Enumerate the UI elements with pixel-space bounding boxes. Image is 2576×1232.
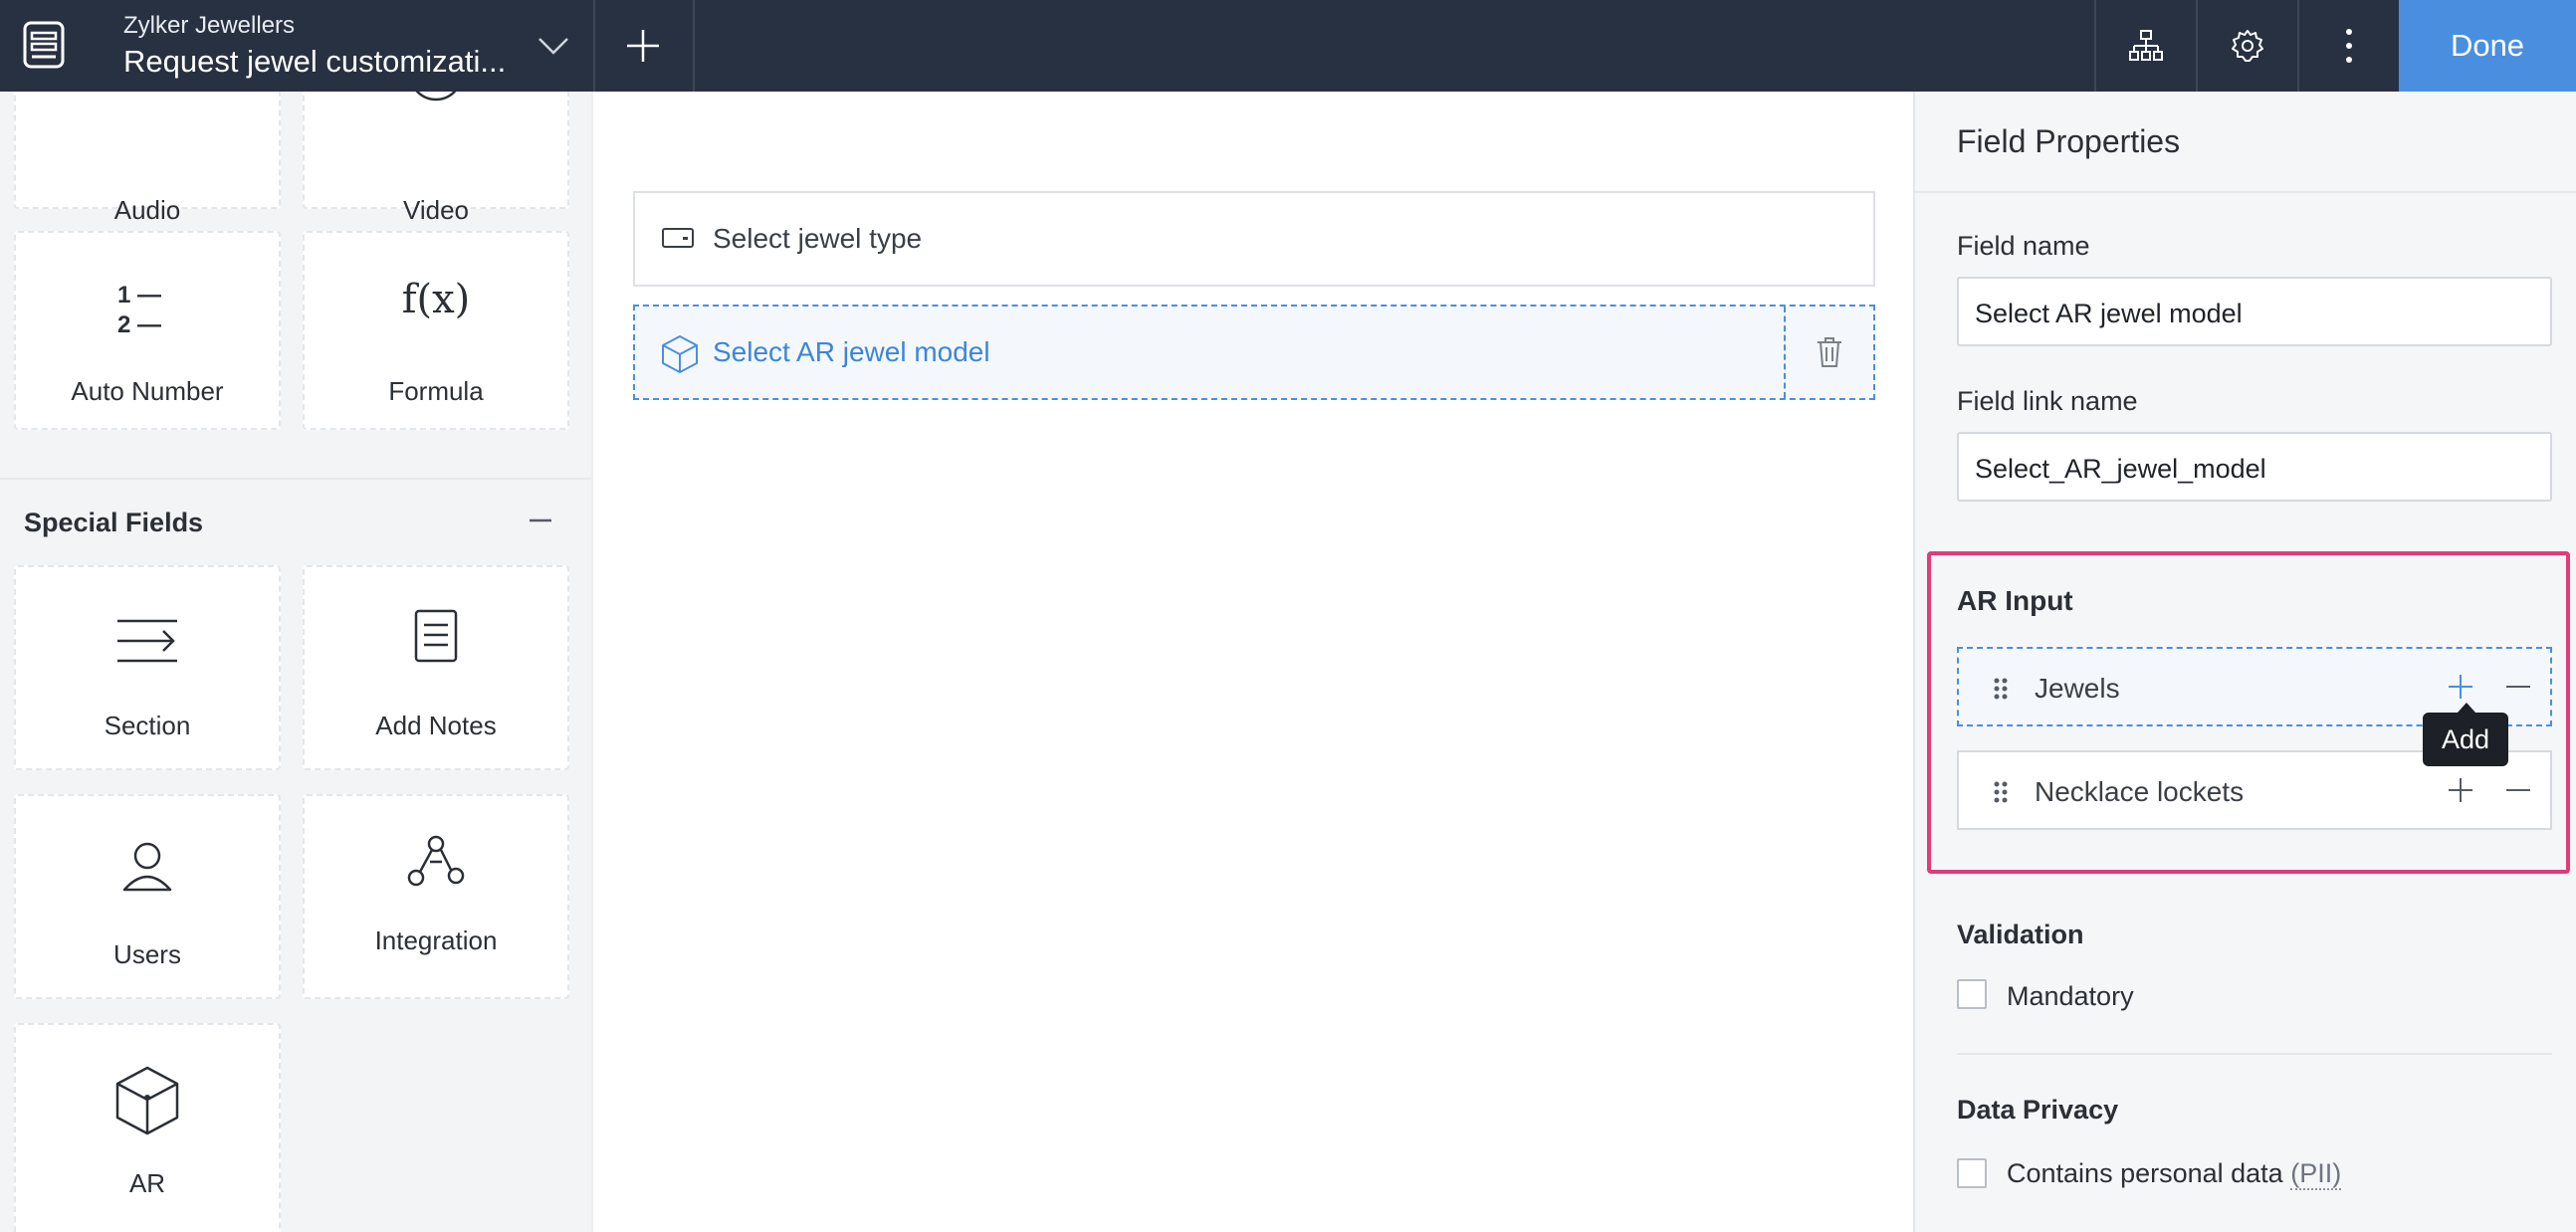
tile-label: Video xyxy=(402,195,470,225)
validation-title: Validation xyxy=(1957,920,2084,949)
field-label: Select AR jewel model xyxy=(713,336,990,367)
ar-cube-icon xyxy=(114,1065,180,1141)
integration-icon xyxy=(406,832,466,893)
drag-handle-icon[interactable] xyxy=(1993,780,2009,809)
top-bar: Zylker Jewellers Request jewel customiza… xyxy=(0,0,2576,92)
collapse-icon[interactable] xyxy=(526,506,555,535)
palette-tile-add-notes[interactable]: Add Notes xyxy=(303,565,569,770)
panel-title: Field Properties xyxy=(1957,123,2181,159)
palette-tile-audio[interactable]: Audio xyxy=(14,92,281,225)
more-vertical-icon xyxy=(2346,29,2352,63)
tile-label: AR xyxy=(128,1168,166,1198)
pii-checkbox[interactable] xyxy=(1957,1158,1987,1188)
formula-glyph: f(x) xyxy=(401,277,471,322)
section-title: Special Fields xyxy=(24,508,204,537)
minus-icon xyxy=(2506,686,2530,688)
tile-label: Auto Number xyxy=(71,376,224,406)
drag-handle-icon[interactable] xyxy=(1993,677,2009,706)
plus-icon xyxy=(2449,778,2472,802)
tile-label: Add Notes xyxy=(375,711,497,740)
data-privacy-title: Data Privacy xyxy=(1957,1095,2119,1125)
palette-tile-video[interactable]: Video xyxy=(303,92,569,225)
gear-icon xyxy=(2232,30,2263,62)
field-properties-panel: Field Properties Field name Select AR je… xyxy=(1913,92,2576,1232)
mandatory-checkbox[interactable] xyxy=(1957,979,1987,1009)
settings-button[interactable] xyxy=(2198,0,2297,92)
special-fields-header[interactable]: Special Fields xyxy=(0,478,591,543)
plus-icon xyxy=(2449,675,2472,699)
dropdown-field-icon xyxy=(661,227,695,254)
trash-icon xyxy=(1818,337,1841,367)
pii-label: Contains personal data (PII) xyxy=(2007,1158,2342,1190)
ar-cube-icon xyxy=(661,334,699,379)
add-ar-item-button[interactable] xyxy=(2443,772,2478,808)
field-name-label: Field name xyxy=(1957,231,2090,261)
ar-input-title: AR Input xyxy=(1957,585,2073,616)
palette-tile-integration[interactable]: Integration xyxy=(303,794,569,999)
formula-icon: f(x) xyxy=(402,277,471,322)
form-menu-icon[interactable] xyxy=(22,20,66,70)
video-icon xyxy=(406,92,466,108)
field-label: Select jewel type xyxy=(713,223,923,254)
add-ar-item-button[interactable] xyxy=(2443,669,2478,705)
palette-tile-formula[interactable]: f(x) Formula xyxy=(303,231,569,430)
palette-tile-users[interactable]: Users xyxy=(14,794,281,999)
palette-tile-ar[interactable]: AR xyxy=(14,1023,281,1232)
palette-tile-auto-number[interactable]: 1 — 2 — Auto Number xyxy=(14,231,281,430)
pii-info-link[interactable]: (PII) xyxy=(2290,1158,2342,1190)
ar-item-name: Jewels xyxy=(2035,673,2120,704)
field-name-input[interactable]: Select AR jewel model xyxy=(1957,277,2552,346)
form-title[interactable]: Request jewel customizati... xyxy=(123,44,506,80)
app-name: Zylker Jewellers xyxy=(123,12,296,39)
notes-icon xyxy=(412,607,460,670)
ar-item-name: Necklace lockets xyxy=(2035,776,2245,807)
auto-number-glyph-2: 2 — xyxy=(117,311,162,338)
divider xyxy=(1915,191,2576,193)
tile-label: Formula xyxy=(388,376,484,406)
chevron-down-icon[interactable] xyxy=(534,26,573,66)
field-link-name-label: Field link name xyxy=(1957,386,2138,416)
section-icon xyxy=(115,617,179,672)
divider xyxy=(693,0,695,92)
field-palette: Audio Video 1 — 2 — Auto Number f(x) For… xyxy=(0,92,591,1232)
tile-label: Audio xyxy=(113,195,181,225)
remove-ar-item-button[interactable] xyxy=(2500,772,2536,808)
minus-icon xyxy=(2506,789,2530,791)
ar-input-section: AR Input Jewels Necklace lockets Add xyxy=(1927,551,2570,874)
palette-tile-section[interactable]: Section xyxy=(14,565,281,770)
auto-number-glyph-1: 1 — xyxy=(117,282,162,308)
more-options-button[interactable] xyxy=(2299,0,2399,92)
remove-ar-item-button[interactable] xyxy=(2500,669,2536,705)
mandatory-label: Mandatory xyxy=(2007,981,2134,1011)
add-form-button[interactable] xyxy=(617,20,669,72)
tile-label: Integration xyxy=(374,925,498,955)
tile-label: Section xyxy=(104,711,191,740)
form-canvas: Select jewel type Select AR jewel model xyxy=(591,92,1913,1232)
sitemap-icon xyxy=(2129,30,2163,61)
users-icon xyxy=(119,838,175,899)
add-tooltip: Add xyxy=(2423,703,2508,766)
form-field-select-ar-jewel-model[interactable]: Select AR jewel model xyxy=(633,305,1875,400)
divider xyxy=(1957,1053,2552,1055)
done-button[interactable]: Done xyxy=(2399,0,2576,92)
auto-number-icon: 1 — 2 — xyxy=(117,281,177,340)
sitemap-button[interactable] xyxy=(2096,0,2196,92)
field-link-name-input[interactable]: Select_AR_jewel_model xyxy=(1957,432,2552,502)
tile-label: Users xyxy=(113,939,181,969)
delete-field-button[interactable] xyxy=(1784,307,1873,398)
form-field-select-jewel-type[interactable]: Select jewel type xyxy=(633,191,1875,287)
pii-label-text: Contains personal data xyxy=(2007,1158,2283,1188)
divider xyxy=(593,0,595,92)
